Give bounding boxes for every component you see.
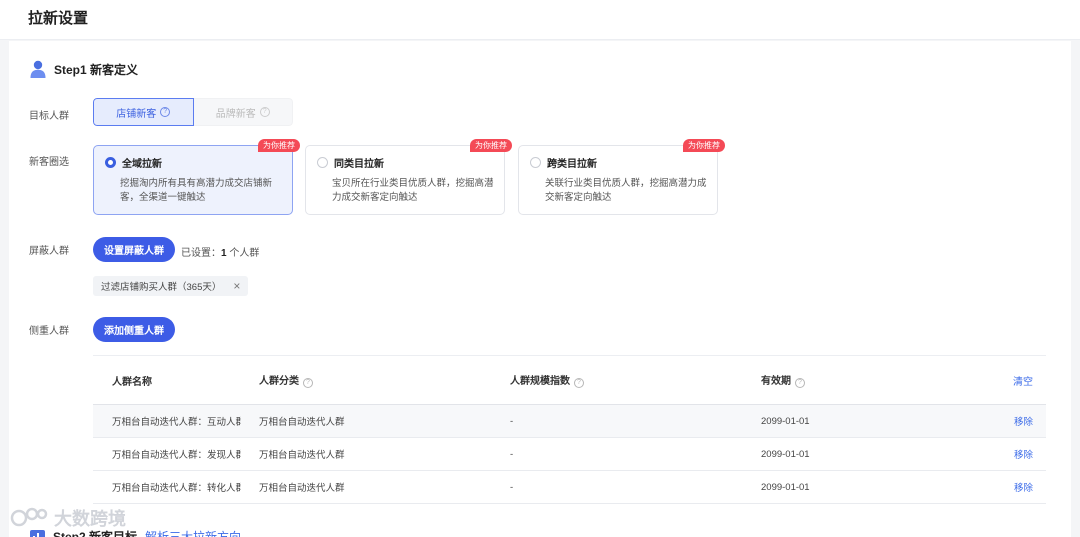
segment-store-new[interactable]: 店铺新客 ? <box>93 98 194 126</box>
target-segment: 店铺新客 ? 品牌新客 ? <box>93 98 293 126</box>
card-title: 同类目拉新 <box>334 159 384 170</box>
header-category-text: 人群分类 <box>259 376 299 387</box>
cell-expiry: 2099-01-01 <box>761 448 810 460</box>
header-scale: 人群规模指数? <box>492 372 743 388</box>
radio-unselected[interactable] <box>530 157 541 168</box>
shield-tag: 过滤店铺购买人群（365天） × <box>93 276 249 296</box>
cell-scale: - <box>510 448 514 460</box>
shield-count-info: 已设置：1 个人群 <box>181 244 259 259</box>
cell-scale: - <box>510 481 514 493</box>
step1-title-text: Step1 新客定义 <box>54 62 139 77</box>
card-same-category[interactable]: 为你推荐 同类目拉新 宝贝所在行业类目优质人群，挖掘高潜力成交新客定向触达 <box>305 139 512 215</box>
analysis-link[interactable]: 解析三大拉新方向 <box>145 528 241 537</box>
watermark-logo-icon <box>10 507 48 527</box>
label-shield: 屏蔽人群 <box>29 246 69 257</box>
card-title: 跨类目拉新 <box>547 159 597 170</box>
shield-tag-label: 过滤店铺购买人群（365天） <box>101 282 222 293</box>
remove-link[interactable]: 移除 <box>1014 483 1033 494</box>
recommend-badge: 为你推荐 <box>683 139 725 152</box>
cell-name: 万相台自动迭代人群：转化人群 <box>112 483 241 494</box>
question-icon[interactable]: ? <box>259 107 270 117</box>
close-icon[interactable]: × <box>233 279 240 293</box>
cell-name: 万相台自动迭代人群：互动人群 <box>112 417 241 428</box>
label-filter: 新客圈选 <box>29 157 69 168</box>
cell-name: 万相台自动迭代人群：发现人群 <box>112 450 241 461</box>
table-row: 万相台自动迭代人群：发现人群 万相台自动迭代人群 - 2099-01-01 移除 <box>93 438 1046 471</box>
analysis-link-text: 解析三大拉新方向 <box>145 530 242 537</box>
cell-category: 万相台自动迭代人群 <box>259 450 345 461</box>
label-target: 目标人群 <box>29 111 69 122</box>
header-expiry-text: 有效期 <box>761 376 791 387</box>
add-emphasis-button[interactable]: 添加侧重人群 <box>93 317 175 342</box>
cell-expiry: 2099-01-01 <box>761 415 810 427</box>
card-desc: 关联行业类目优质人群，挖掘高潜力成交新客定向触达 <box>545 178 707 203</box>
cell-category: 万相台自动迭代人群 <box>259 483 345 494</box>
settings-panel: Step1 新客定义 目标人群 新客圈选 屏蔽人群 侧重人群 店铺新客 ? 品牌… <box>9 41 1071 537</box>
recommend-badge: 为你推荐 <box>258 139 300 152</box>
card-cross-category[interactable]: 为你推荐 跨类目拉新 关联行业类目优质人群，挖掘高潜力成交新客定向触达 <box>518 139 725 215</box>
cell-expiry: 2099-01-01 <box>761 481 810 493</box>
card-desc: 宝贝所在行业类目优质人群，挖掘高潜力成交新客定向触达 <box>332 178 494 203</box>
radio-unselected[interactable] <box>317 157 328 168</box>
watermark-text: 大数跨境 <box>54 509 126 529</box>
question-icon[interactable]: ? <box>160 107 171 117</box>
header-expiry: 有效期? <box>743 372 994 388</box>
question-icon[interactable]: ? <box>574 378 584 388</box>
remove-link[interactable]: 移除 <box>1014 417 1033 428</box>
recommend-badge: 为你推荐 <box>470 139 512 152</box>
question-icon[interactable]: ? <box>303 378 313 388</box>
set-shield-button[interactable]: 设置屏蔽人群 <box>93 237 175 262</box>
header-scale-text: 人群规模指数 <box>510 376 570 387</box>
card-all-channel[interactable]: 为你推荐 全域拉新 挖掘淘内所有具有高潜力成交店铺新客，全渠道一键触达 <box>93 139 300 215</box>
clear-link[interactable]: 清空 <box>1013 377 1033 388</box>
watermark: 大数跨境 <box>10 505 126 531</box>
table-row: 万相台自动迭代人群：转化人群 万相台自动迭代人群 - 2099-01-01 移除 <box>93 471 1046 504</box>
segment-brand-new-label: 品牌新客 <box>215 108 256 120</box>
audience-table: 人群名称 人群分类? 人群规模指数? 有效期? 清空 万相台自动迭代人群：互动人… <box>93 355 1046 504</box>
step1-title: Step1 新客定义 <box>30 60 138 78</box>
header-name: 人群名称 <box>112 376 152 388</box>
page-title: 拉新设置 <box>28 10 89 27</box>
question-icon[interactable]: ? <box>795 378 805 388</box>
segment-brand-new[interactable]: 品牌新客 ? <box>193 98 293 126</box>
shield-info-suffix: 个人群 <box>226 248 260 259</box>
label-emphasis: 侧重人群 <box>29 326 69 337</box>
user-icon <box>30 60 46 78</box>
remove-link[interactable]: 移除 <box>1014 450 1033 461</box>
cell-scale: - <box>510 415 514 427</box>
page-header: 拉新设置 <box>0 0 1080 40</box>
cell-category: 万相台自动迭代人群 <box>259 417 345 428</box>
header-category: 人群分类? <box>241 372 492 388</box>
radio-selected[interactable] <box>105 157 116 168</box>
card-desc: 挖掘淘内所有具有高潜力成交店铺新客，全渠道一键触达 <box>120 178 273 203</box>
table-header: 人群名称 人群分类? 人群规模指数? 有效期? 清空 <box>93 355 1046 405</box>
table-row: 万相台自动迭代人群：互动人群 万相台自动迭代人群 - 2099-01-01 移除 <box>93 405 1046 438</box>
segment-store-new-label: 店铺新客 <box>116 108 157 120</box>
card-title: 全域拉新 <box>122 159 162 170</box>
shield-info-prefix: 已设置： <box>181 248 221 259</box>
